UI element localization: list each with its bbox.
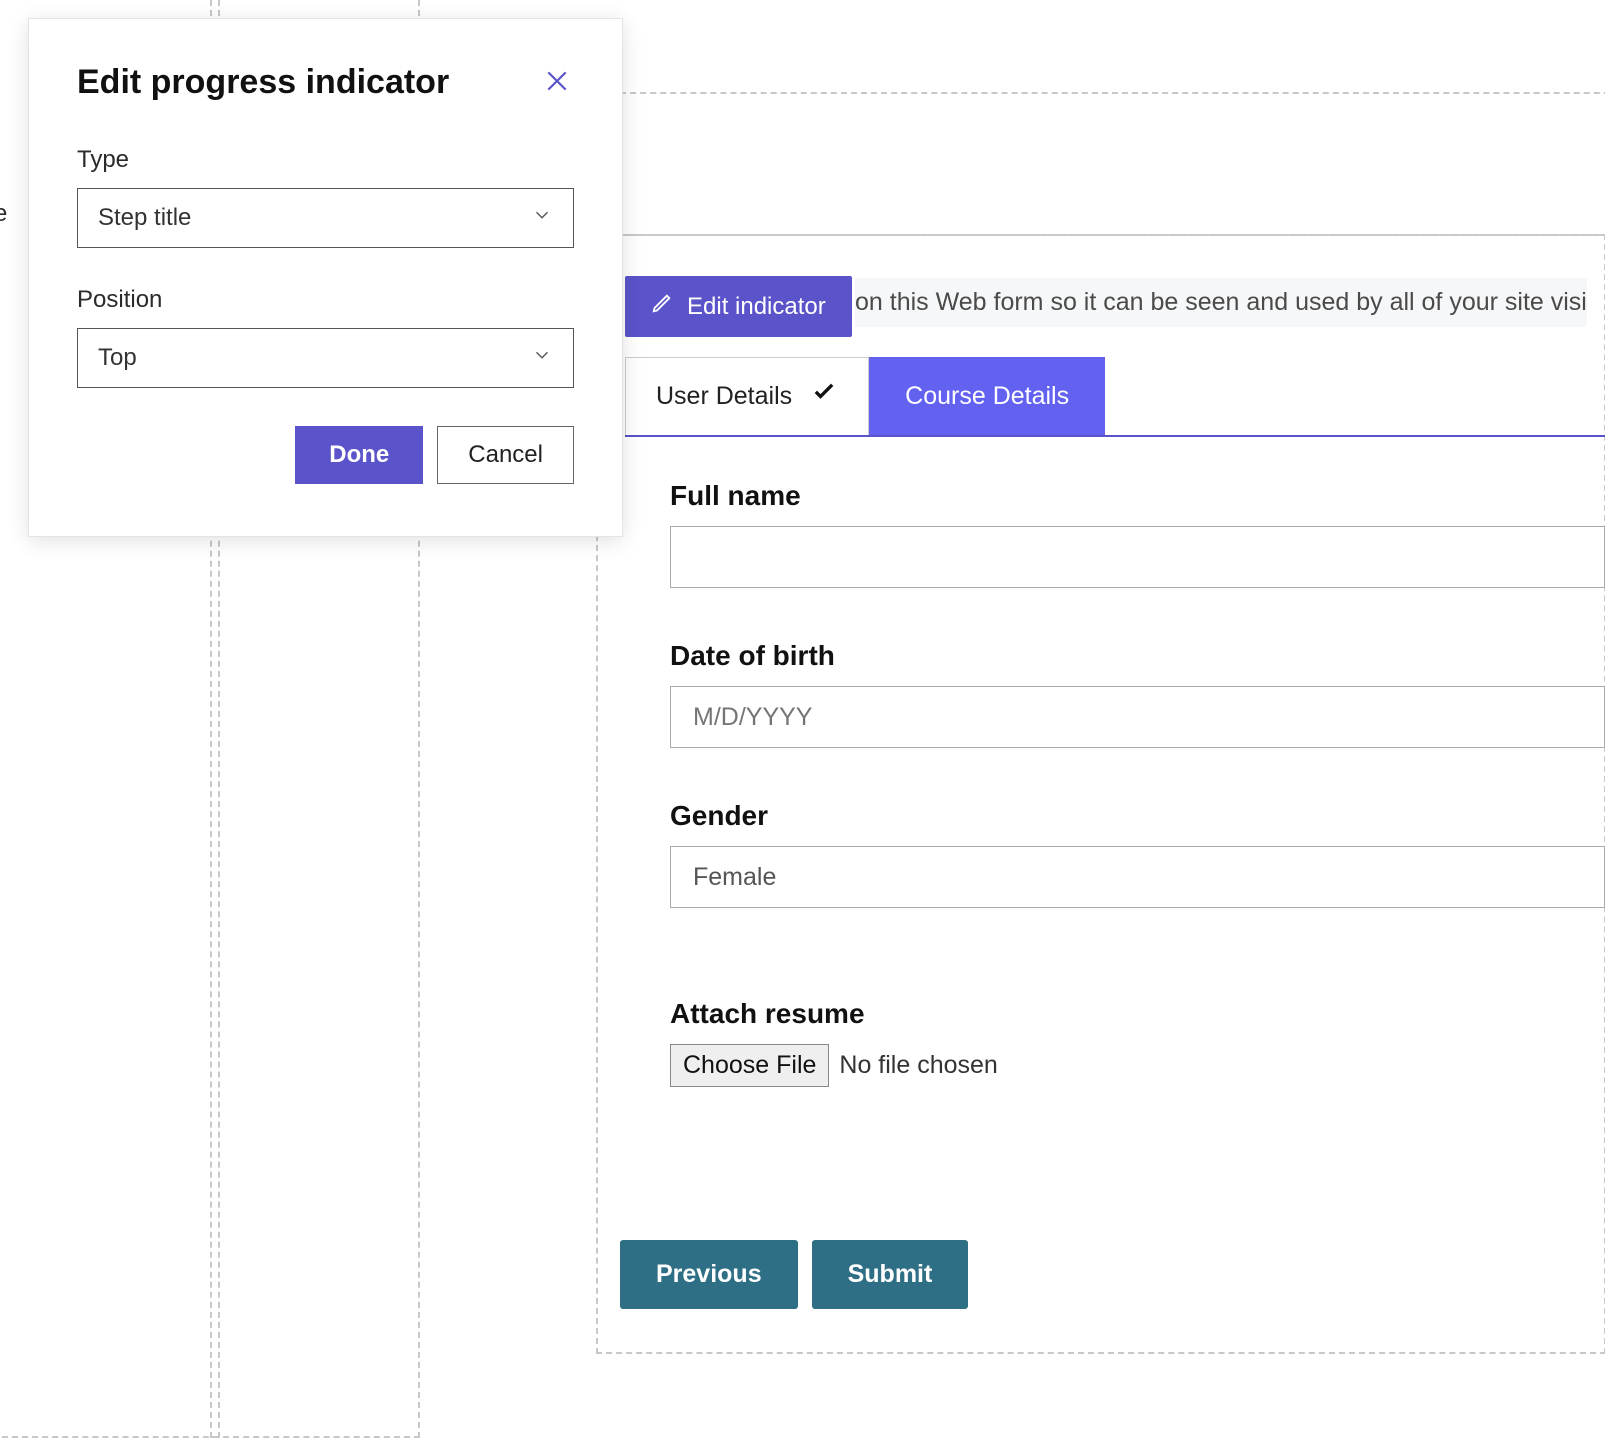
type-select-value: Step title <box>98 204 191 232</box>
pencil-icon <box>651 292 673 321</box>
field-full-name: Full name <box>670 480 1605 588</box>
gender-label: Gender <box>670 800 1605 832</box>
close-icon <box>544 82 570 97</box>
previous-button[interactable]: Previous <box>620 1240 798 1309</box>
field-dob: Date of birth <box>670 640 1605 748</box>
attach-resume-label: Attach resume <box>670 998 1605 1030</box>
tab-user-details[interactable]: User Details <box>625 357 869 435</box>
checkmark-icon <box>810 379 838 414</box>
field-gender: Gender <box>670 800 1605 908</box>
dob-input[interactable] <box>670 686 1605 748</box>
tab-user-details-label: User Details <box>656 382 792 411</box>
type-select[interactable]: Step title <box>77 188 574 248</box>
choose-file-button[interactable]: Choose File <box>670 1044 829 1087</box>
step-tabs: User Details Course Details <box>625 357 1605 437</box>
edit-progress-indicator-dialog: Edit progress indicator Type Step title … <box>28 18 623 537</box>
gender-select[interactable] <box>670 846 1605 908</box>
position-select[interactable]: Top <box>77 328 574 388</box>
tab-course-details-label: Course Details <box>905 382 1069 411</box>
position-select-value: Top <box>98 344 137 372</box>
canvas-guide-row-top <box>600 92 1605 94</box>
edit-indicator-button[interactable]: Edit indicator <box>625 276 852 337</box>
type-field-label: Type <box>77 146 574 174</box>
full-name-label: Full name <box>670 480 1605 512</box>
tab-course-details[interactable]: Course Details <box>869 357 1105 435</box>
done-button[interactable]: Done <box>295 426 423 484</box>
edit-indicator-label: Edit indicator <box>687 293 826 321</box>
position-field-label: Position <box>77 286 574 314</box>
chevron-down-icon <box>531 344 553 373</box>
chevron-down-icon <box>531 204 553 233</box>
form-nav-buttons: Previous Submit <box>620 1240 968 1309</box>
info-banner-text: on this Web form so it can be seen and u… <box>855 278 1587 327</box>
truncated-edge-text: e <box>0 200 7 228</box>
submit-button[interactable]: Submit <box>812 1240 969 1309</box>
form-body: Full name Date of birth Gender Attach re… <box>670 480 1605 1139</box>
cancel-button[interactable]: Cancel <box>437 426 574 484</box>
file-status-text: No file chosen <box>839 1051 997 1080</box>
dialog-title: Edit progress indicator <box>77 63 449 102</box>
dialog-close-button[interactable] <box>540 64 574 101</box>
field-attach-resume: Attach resume Choose File No file chosen <box>670 998 1605 1087</box>
full-name-input[interactable] <box>670 526 1605 588</box>
dob-label: Date of birth <box>670 640 1605 672</box>
